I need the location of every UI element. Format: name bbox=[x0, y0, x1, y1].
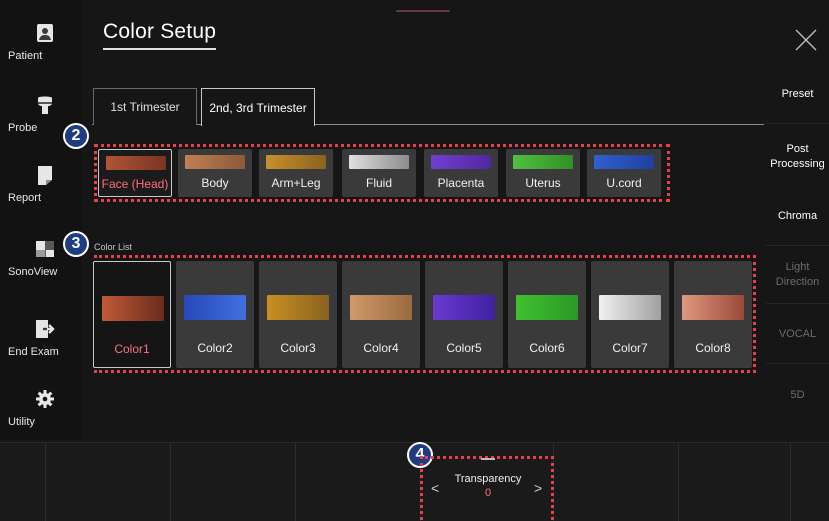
body-part-u-cord[interactable]: U.cord bbox=[587, 149, 661, 197]
body-part-uterus[interactable]: Uterus bbox=[506, 149, 580, 197]
sidebar-item-patient[interactable]: Patient bbox=[0, 22, 82, 82]
end-exam-icon bbox=[36, 320, 55, 338]
body-part-fluid[interactable]: Fluid bbox=[342, 149, 416, 197]
body-part-label: Uterus bbox=[525, 176, 561, 190]
color-option-label: Color1 bbox=[114, 342, 150, 356]
report-icon bbox=[38, 166, 52, 185]
menu-item-light-direction[interactable]: Light Direction bbox=[766, 246, 829, 304]
color-option-label: Color2 bbox=[197, 341, 233, 355]
probe-icon bbox=[38, 96, 52, 114]
color-option-3[interactable]: Color3 bbox=[259, 261, 337, 368]
sidebar-item-label: End Exam bbox=[8, 346, 59, 358]
color-swatch bbox=[102, 296, 164, 321]
color-option-6[interactable]: Color6 bbox=[508, 261, 586, 368]
transparency-decrease-button[interactable]: < bbox=[431, 480, 439, 496]
menu-item-vocal[interactable]: VOCAL bbox=[766, 306, 829, 364]
body-part-placenta[interactable]: Placenta bbox=[424, 149, 498, 197]
color-swatch bbox=[266, 155, 326, 169]
body-part-label: Placenta bbox=[437, 176, 485, 190]
color-swatch bbox=[431, 155, 491, 169]
body-part-arm-leg[interactable]: Arm+Leg bbox=[259, 149, 333, 197]
color-option-2[interactable]: Color2 bbox=[176, 261, 254, 368]
callout-badge-3: 3 bbox=[63, 231, 89, 257]
color-swatch bbox=[349, 155, 409, 169]
color-swatch bbox=[185, 155, 245, 169]
sonoview-icon bbox=[36, 241, 54, 257]
body-part-label: Face (Head) bbox=[101, 177, 169, 191]
sidebar-item-label: Report bbox=[8, 192, 42, 204]
color-option-label: Color3 bbox=[280, 341, 316, 355]
sidebar-item-end-exam[interactable]: End Exam bbox=[0, 318, 82, 378]
color-swatch bbox=[267, 295, 329, 320]
close-icon[interactable] bbox=[792, 26, 820, 54]
color-option-label: Color5 bbox=[446, 341, 482, 355]
color-swatch bbox=[350, 295, 412, 320]
color-option-8[interactable]: Color8 bbox=[674, 261, 752, 368]
color-option-1[interactable]: Color1 bbox=[93, 261, 171, 368]
body-part-body[interactable]: Body bbox=[178, 149, 252, 197]
color-option-label: Color7 bbox=[612, 341, 648, 355]
patient-icon bbox=[37, 24, 53, 42]
body-part-label: U.cord bbox=[606, 176, 642, 190]
color-option-4[interactable]: Color4 bbox=[342, 261, 420, 368]
transparency-increase-button[interactable]: > bbox=[534, 480, 542, 496]
divider bbox=[170, 443, 171, 521]
left-sidebar: Patient Probe Report SonoView End Exam U… bbox=[0, 0, 82, 440]
transparency-indicator bbox=[481, 458, 495, 460]
menu-item-5d[interactable]: 5D bbox=[766, 366, 829, 424]
sidebar-item-report[interactable]: Report bbox=[0, 164, 82, 224]
sidebar-item-label: Probe bbox=[8, 122, 38, 134]
tab-2nd-3rd-trimester[interactable]: 2nd, 3rd Trimester bbox=[201, 88, 315, 126]
color-option-label: Color6 bbox=[529, 341, 565, 355]
divider bbox=[45, 443, 46, 521]
menu-item-post-processing[interactable]: Post Processing bbox=[766, 124, 829, 190]
color-swatch bbox=[594, 155, 654, 169]
menu-item-chroma[interactable]: Chroma bbox=[766, 188, 829, 246]
utility-gear-icon bbox=[36, 390, 54, 408]
callout-badge-2: 2 bbox=[63, 123, 89, 149]
color-option-5[interactable]: Color5 bbox=[425, 261, 503, 368]
divider bbox=[678, 443, 679, 521]
body-part-face-head[interactable]: Face (Head) bbox=[98, 149, 172, 197]
color-swatch bbox=[184, 295, 246, 320]
divider bbox=[295, 443, 296, 521]
color-option-7[interactable]: Color7 bbox=[591, 261, 669, 368]
sidebar-item-label: Utility bbox=[8, 416, 35, 428]
color-swatch bbox=[513, 155, 573, 169]
color-swatch bbox=[433, 295, 495, 320]
color-swatch bbox=[682, 295, 744, 320]
sidebar-item-label: SonoView bbox=[8, 266, 58, 278]
tab-1st-trimester[interactable]: 1st Trimester bbox=[93, 88, 197, 125]
sidebar-item-label: Patient bbox=[8, 50, 43, 62]
sidebar-item-utility[interactable]: Utility bbox=[0, 388, 82, 448]
transparency-value: 0 bbox=[484, 487, 492, 499]
color-option-label: Color8 bbox=[695, 341, 731, 355]
color-option-label: Color4 bbox=[363, 341, 399, 355]
color-list-label: Color List bbox=[94, 242, 133, 252]
menu-item-preset[interactable]: Preset bbox=[766, 66, 829, 124]
color-swatch bbox=[516, 295, 578, 320]
body-part-label: Arm+Leg bbox=[271, 176, 321, 190]
top-drawer-handle[interactable] bbox=[396, 10, 450, 12]
color-swatch bbox=[106, 156, 166, 170]
page-title: Color Setup bbox=[103, 20, 217, 50]
transparency-label: Transparency bbox=[454, 473, 522, 485]
divider bbox=[790, 443, 791, 521]
body-part-label: Body bbox=[201, 176, 229, 190]
color-swatch bbox=[599, 295, 661, 320]
body-part-label: Fluid bbox=[365, 176, 392, 190]
